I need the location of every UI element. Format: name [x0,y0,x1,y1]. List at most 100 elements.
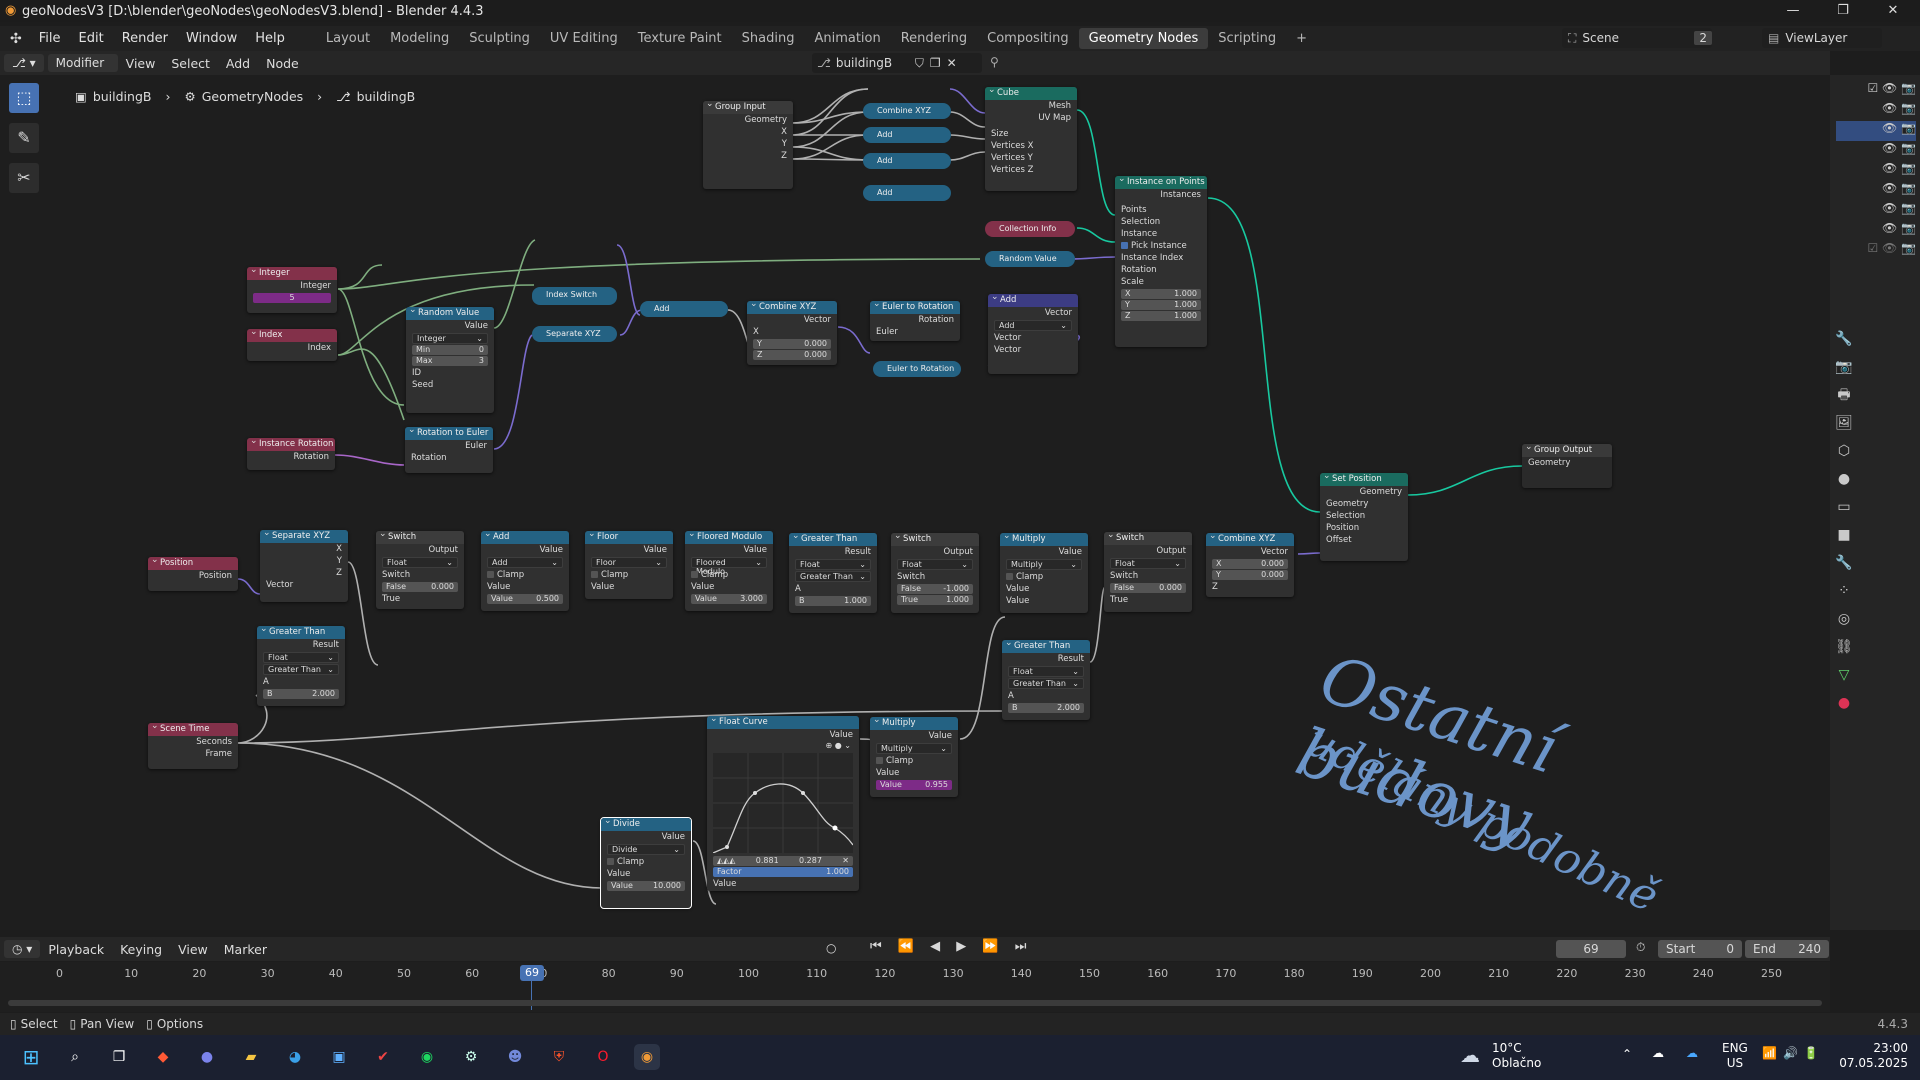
curve-tools[interactable]: ⊕ ● ⌄ [707,741,859,753]
timeline-editor-type-icon[interactable]: ◷ ▾ [4,940,41,958]
scale-y-field[interactable]: Y 1.000 [1121,300,1201,310]
operation-dropdown[interactable]: Add ⌄ [994,320,1072,331]
operation-dropdown[interactable]: Multiply ⌄ [876,743,952,754]
node-math-divide[interactable]: Divide Value Divide ⌄ Clamp Value Value 10… [600,817,692,909]
playhead-frame[interactable]: 69 [520,965,544,981]
collapsed-collection-info-node[interactable]: Collection Info [985,221,1075,237]
minimize-icon[interactable]: — [1770,0,1816,22]
clamp-checkbox[interactable]: Clamp [1000,571,1088,583]
mode-dropdown[interactable]: Greater Than ⌄ [263,664,339,675]
tab-texture-paint[interactable]: Texture Paint [628,28,732,49]
outliner-row-selected[interactable]: 👁 📷 [1836,121,1916,141]
integer-value-field[interactable]: 5 [253,293,331,303]
operation-dropdown[interactable]: Add ⌄ [487,557,563,568]
auto-keying-icon[interactable]: ○ [826,941,836,955]
fake-user-icon[interactable]: ⛉ [912,56,927,71]
material-tab-icon[interactable]: ● [1834,689,1854,717]
duplicate-icon[interactable]: ❐ [927,56,944,70]
breadcrumb-tree[interactable]: buildingB [357,89,416,104]
start-frame-field[interactable]: Start 0 [1658,940,1742,958]
world-tab-icon[interactable]: ● [1834,465,1854,493]
teams-icon[interactable]: ● [194,1044,220,1070]
annotate-tool-icon[interactable]: ✎ [9,123,39,153]
true-field[interactable]: True 1.000 [897,595,973,605]
view-layer-selector[interactable]: ▤ ViewLayer [1762,28,1882,48]
y-field[interactable]: Y 0.000 [753,339,831,349]
particles-tab-icon[interactable]: ⁘ [1834,577,1854,605]
node-canvas[interactable]: Group Input Geometry X Y Z Combine XYZ A… [0,75,1830,930]
windows-start-icon[interactable]: ⊞ [18,1044,44,1070]
false-field[interactable]: False -1.000 [897,584,973,594]
x-field[interactable]: X 0.000 [1212,559,1288,569]
blender-menu-icon[interactable]: ✣ [0,31,30,47]
node-index[interactable]: Index Index [247,329,337,361]
type-dropdown[interactable]: Float ⌄ [382,557,458,568]
language-indicator[interactable]: ENG US [1722,1041,1748,1071]
tab-modeling[interactable]: Modeling [380,28,459,49]
tray-chevron-up-icon[interactable]: ⌃ [1622,1047,1632,1061]
collapsed-add-node-4[interactable]: Add [640,301,728,317]
tab-sculpting[interactable]: Sculpting [459,28,540,49]
node-set-position[interactable]: Set Position Geometry Geometry Selection… [1320,473,1408,561]
node-greater-than-2[interactable]: Greater Than Result Float ⌄ Greater Than ⌄… [789,533,877,613]
tool-tab-icon[interactable]: 🔧 [1834,325,1854,353]
node-group-input[interactable]: Group Input Geometry X Y Z [703,101,793,189]
false-field[interactable]: False 0.000 [1110,583,1186,593]
pin-icon[interactable]: ⚲ [990,55,999,69]
header-add-menu[interactable]: Add [218,56,258,71]
timeline-ruler[interactable]: 0102030405060708090100110120130140150160… [0,962,1830,1012]
type-dropdown[interactable]: Float ⌄ [1110,558,1186,569]
tab-uv-editing[interactable]: UV Editing [540,28,628,49]
render-tab-icon[interactable]: 📷 [1834,353,1854,381]
collapsed-separate-xyz-node[interactable]: Separate XYZ [532,326,617,342]
mode-dropdown[interactable]: Greater Than ⌄ [1008,678,1084,689]
search-icon[interactable]: ⌕ [62,1044,88,1070]
node-switch-2[interactable]: Switch Output Float⌄ Switch False-1.000 … [891,533,979,613]
type-dropdown[interactable]: Float ⌄ [263,652,339,663]
clamp-checkbox[interactable]: Clamp [481,569,569,581]
collapsed-combine-xyz-node[interactable]: Combine XYZ [863,103,951,119]
menu-file[interactable]: File [30,31,70,46]
store-icon[interactable]: ▣ [326,1044,352,1070]
type-dropdown[interactable]: Float ⌄ [1008,666,1084,677]
value-field[interactable]: Value 10.000 [607,881,685,891]
modifier-tab-icon[interactable]: 🔧 [1834,549,1854,577]
false-field[interactable]: False 0.000 [382,582,458,592]
weather-widget[interactable]: 10°C Oblačno [1492,1041,1541,1071]
onedrive-icon[interactable]: ☁ [1686,1046,1698,1060]
tab-shading[interactable]: Shading [732,28,805,49]
node-euler-to-rotation[interactable]: Euler to Rotation Rotation Euler [870,301,960,341]
node-switch-1[interactable]: Switch Output Float ⌄ Switch False 0.000 T… [376,531,464,609]
node-math-add[interactable]: Add Value Add ⌄ Clamp Value Value 0.500 [481,531,569,611]
brave-icon[interactable]: ⛨ [546,1044,572,1070]
app-diamond-icon[interactable]: ◆ [150,1044,176,1070]
pick-instance-checkbox[interactable]: Pick Instance [1115,240,1207,252]
header-select-menu[interactable]: Select [163,56,218,71]
outliner-row[interactable]: 👁 📷 [1836,101,1916,121]
curve-graph[interactable] [713,753,853,853]
header-node-menu[interactable]: Node [258,56,307,71]
outliner-row[interactable]: ☑ 👁 📷 [1836,81,1916,101]
node-greater-than-3[interactable]: Greater Than Result Float ⌄ Greater Than ⌄… [1002,640,1090,720]
properties-tabs[interactable]: 🔧 📷 🖶 🖼 ⬡ ● ▭ ■ 🔧 ⁘ ◎ ⛓ ▽ ● [1834,325,1854,825]
node-group-output[interactable]: Group Output Geometry [1522,444,1612,488]
type-dropdown[interactable]: Float ⌄ [795,559,871,570]
node-instance-on-points[interactable]: Instance on Points Instances Points Sele… [1115,176,1207,347]
handle-icons[interactable]: ◭◭◭ [717,856,735,866]
playback-menu[interactable]: Playback [40,942,112,957]
scale-z-field[interactable]: Z 1.000 [1121,311,1201,321]
value-field[interactable]: Value 3.000 [691,594,767,604]
tab-layout[interactable]: Layout [316,28,380,49]
collapsed-add-node-2[interactable]: Add [863,153,951,169]
breadcrumb-object[interactable]: buildingB [93,89,152,104]
end-frame-field[interactable]: End 240 [1745,940,1829,958]
node-instance-rotation[interactable]: Instance Rotation Rotation [247,438,335,470]
node-integer[interactable]: Integer Integer 5 [247,267,337,313]
value-field[interactable]: Value 0.500 [487,594,563,604]
keying-menu[interactable]: Keying [112,942,170,957]
outliner-row[interactable]: 👁 📷 [1836,221,1916,241]
tab-rendering[interactable]: Rendering [891,28,977,49]
min-field[interactable]: Min 0 [412,345,488,355]
todo-icon[interactable]: ✔ [370,1044,396,1070]
outliner-row[interactable]: 👁 📷 [1836,181,1916,201]
